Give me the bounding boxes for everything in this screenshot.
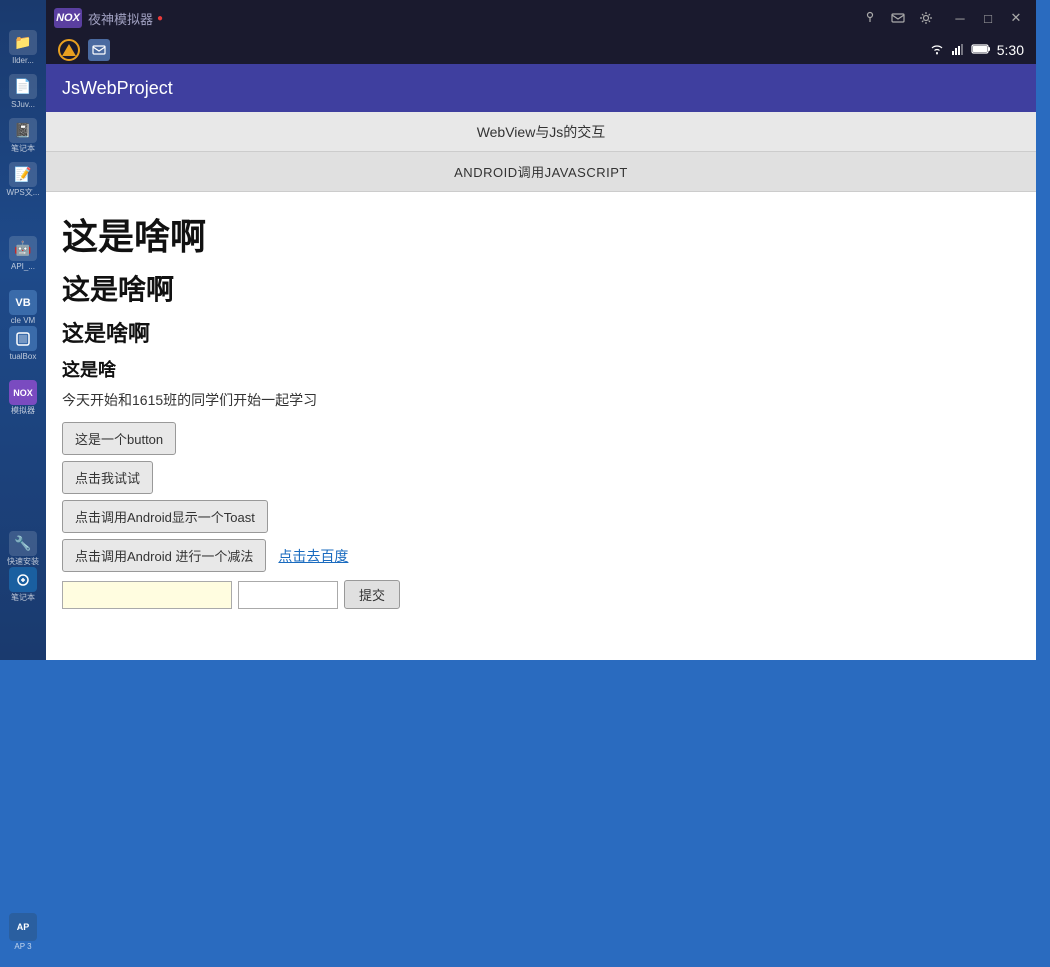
wps-label: WPS文... [7,189,40,198]
app2-icon [9,567,37,592]
button-4[interactable]: 点击调用Android 进行一个减法 [62,539,266,572]
virtualbox-icon: VB [9,290,37,315]
nox-icon: NOX [9,380,37,405]
input-2[interactable] [238,581,338,609]
warning-triangle [62,44,76,56]
paragraph: 今天开始和1615班的同学们开始一起学习 [62,390,1020,410]
warning-icon [58,39,80,61]
heading-3: 这是啥啊 [62,316,1020,348]
notification-dot: ● [157,13,163,24]
wps-taskbar-icon[interactable]: 📝 WPS文... [5,162,41,198]
button-row-1: 这是一个button [62,422,1020,455]
nox-icon-area: NOX 模拟器 [5,380,41,416]
app2-icon-item[interactable]: 笔记本 [5,567,41,603]
vm-icon-area: VB cle VM tualBox [5,290,41,362]
title-bar: NOX 夜神模拟器 ● ─ □ ✕ [46,0,1036,36]
input-1[interactable] [62,581,232,609]
mail-icon[interactable] [888,8,908,28]
bottom-icons: 🔧 快速安装 笔记本 [5,531,41,603]
file-label: SJuv... [11,101,35,110]
tools-icon-item[interactable]: 🔧 快速安装 [5,531,41,567]
heading-1: 这是啥啊 [62,208,1020,260]
android-icon: 🤖 [9,236,37,261]
ap3-label: AP 3 [14,943,31,952]
close-button[interactable]: ✕ [1004,6,1028,30]
heading-2: 这是啥啊 [62,268,1020,308]
action-bar: ANDROID调用JAVASCRIPT [46,152,1036,192]
title-bar-icons [860,8,936,28]
wps-icon: 📝 [9,162,37,187]
notebook-taskbar-icon[interactable]: 📓 笔记本 [5,118,41,154]
file-icon: 📄 [9,74,37,99]
file-taskbar-icon[interactable]: 📄 SJuv... [5,74,41,110]
input-row: 提交 [62,580,1020,609]
wifi-icon [929,42,945,59]
virtualbox-icon-item[interactable]: VB cle VM [5,290,41,326]
tools-icon: 🔧 [9,531,37,556]
minimize-button[interactable]: ─ [948,6,972,30]
pin-icon[interactable] [860,8,880,28]
vbox-icon-item[interactable]: tualBox [5,326,41,362]
app-title: JsWebProject [62,78,173,99]
android-icon-item[interactable]: 🤖 API_... [5,236,41,272]
submit-button[interactable]: 提交 [344,580,400,609]
status-left [58,39,110,61]
notebook-icon: 📓 [9,118,37,143]
button-1[interactable]: 这是一个button [62,422,176,455]
ap3-icon: AP [9,913,37,941]
button-row-2: 点击我试试 [62,461,1020,494]
status-time: 5:30 [997,42,1024,58]
subtitle-text: WebView与Js的交互 [477,122,606,142]
folder-icon: 📁 [9,30,37,55]
button-row-3: 点击调用Android显示一个Toast [62,500,1020,533]
app-bar: JsWebProject [46,64,1036,112]
folder-label: Ilder... [12,57,34,66]
emulator-window: NOX 夜神模拟器 ● ─ □ ✕ [46,0,1036,660]
window-controls: ─ □ ✕ [948,6,1028,30]
android-area: 5:30 JsWebProject WebView与Js的交互 ANDROID调… [46,36,1036,660]
button-row-4: 点击调用Android 进行一个减法 点击去百度 [62,539,1020,572]
link-baidu[interactable]: 点击去百度 [278,546,348,566]
status-right: 5:30 [929,42,1024,59]
content-area: 这是啥啊 这是啥啊 这是啥啊 这是啥 今天开始和1615班的同学们开始一起学习 … [46,192,1036,660]
left-taskbar: 📁 Ilder... 📄 SJuv... 📓 笔记本 📝 WPS文... 🤖 A… [0,0,46,660]
subtitle-bar: WebView与Js的交互 [46,112,1036,152]
button-3[interactable]: 点击调用Android显示一个Toast [62,500,268,533]
gear-icon[interactable] [916,8,936,28]
status-bar: 5:30 [46,36,1036,64]
maximize-button[interactable]: □ [976,6,1000,30]
app-icon [88,39,110,61]
heading-4: 这是啥 [62,356,1020,382]
title-bar-text: 夜神模拟器 [88,9,153,28]
signal-icon [951,42,965,59]
vbox-icon [9,326,37,351]
nox-icon-item[interactable]: NOX 模拟器 [5,380,41,416]
nox-logo: NOX [54,8,82,28]
folder-taskbar-icon[interactable]: 📁 Ilder... [5,30,41,66]
button-2[interactable]: 点击我试试 [62,461,153,494]
notebook-label: 笔记本 [11,145,35,154]
middle-icons: 🤖 API_... [5,236,41,272]
ap3-area[interactable]: AP AP 3 [2,898,45,967]
battery-icon [971,43,991,58]
action-text: ANDROID调用JAVASCRIPT [454,162,628,181]
